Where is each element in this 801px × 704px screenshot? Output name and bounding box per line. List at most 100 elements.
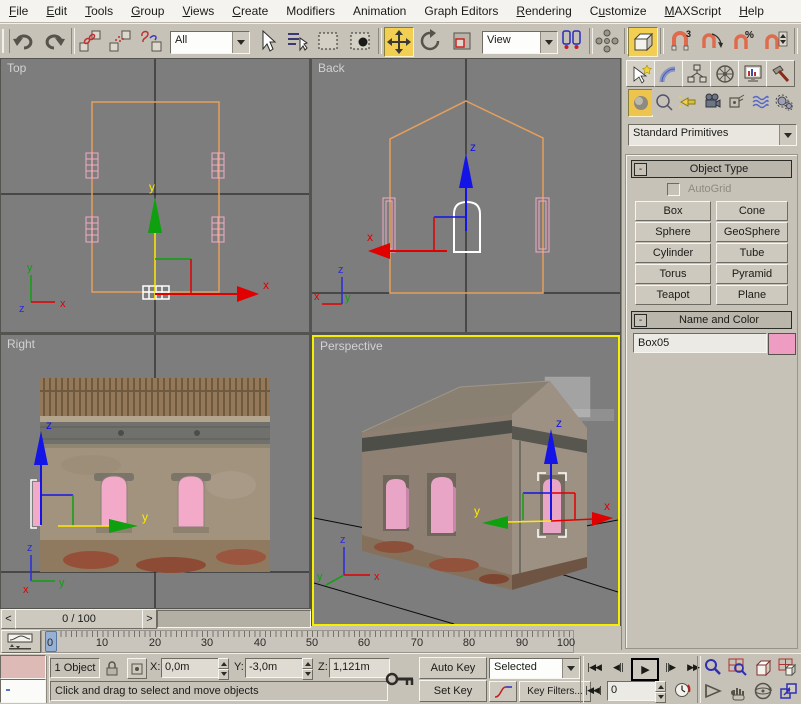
menu-group[interactable]: Group (122, 1, 173, 22)
viewport-label[interactable]: Right (7, 337, 35, 351)
geosphere-button[interactable]: GeoSphere (716, 222, 788, 242)
dropdown-arrow-icon[interactable] (779, 125, 796, 145)
arc-rotate-button[interactable] (751, 680, 774, 701)
viewport-perspective[interactable]: z y x z x y Perspective (312, 335, 620, 626)
object-type-rollout-header[interactable]: - Object Type (631, 160, 792, 178)
field-of-view-button[interactable] (701, 680, 724, 701)
collapse-icon[interactable]: - (634, 313, 647, 327)
dropdown-arrow-icon[interactable] (232, 32, 249, 53)
menu-file[interactable]: File (0, 1, 37, 22)
viewport-label[interactable]: Back (318, 61, 345, 75)
mini-curve-editor-button[interactable] (1, 630, 41, 653)
select-by-name-button[interactable] (283, 27, 311, 55)
zoom-all-button[interactable] (726, 657, 749, 678)
object-color-swatch[interactable] (768, 333, 796, 355)
menu-maxscript[interactable]: MAXScript (656, 1, 731, 22)
default-tangent-button[interactable] (489, 681, 517, 702)
selected-door-wireframe[interactable] (142, 285, 170, 300)
torus-button[interactable]: Torus (635, 264, 711, 284)
frame-spinner[interactable] (655, 681, 666, 703)
viewport-back[interactable]: z x z x y Back (312, 59, 620, 332)
play-animation-button[interactable]: ▶ (631, 658, 659, 681)
select-and-link-button[interactable] (76, 27, 104, 55)
coord-y-field[interactable]: -3,0m (245, 658, 308, 678)
time-slider-next-button[interactable]: > (142, 609, 157, 629)
menu-animation[interactable]: Animation (344, 1, 415, 22)
auto-key-button[interactable]: Auto Key (419, 657, 487, 679)
cylinder-button[interactable]: Cylinder (635, 243, 711, 263)
bind-to-spacewarp-button[interactable] (137, 27, 165, 55)
dropdown-arrow-icon[interactable] (562, 659, 579, 678)
tab-create[interactable] (626, 60, 655, 87)
textured-wall[interactable] (30, 378, 270, 573)
select-object-button[interactable] (252, 27, 280, 55)
create-lights-button[interactable] (676, 89, 699, 115)
viewport-right[interactable]: z y z y x Right (1, 335, 309, 608)
menu-help[interactable]: Help (730, 1, 773, 22)
min-max-toggle-button[interactable] (776, 680, 799, 701)
viewport-label[interactable]: Perspective (320, 339, 383, 353)
time-configuration-button[interactable] (671, 681, 693, 700)
coord-x-field[interactable]: 0,0m (161, 658, 224, 678)
dropdown-arrow-icon[interactable] (540, 32, 557, 53)
set-key-button[interactable]: Set Key (419, 680, 487, 702)
menu-graph-editors[interactable]: Graph Editors (415, 1, 507, 22)
tab-utilities[interactable] (766, 60, 795, 87)
textured-house[interactable] (361, 376, 614, 590)
pan-view-button[interactable] (726, 680, 749, 701)
menu-tools[interactable]: Tools (76, 1, 122, 22)
coord-z-field[interactable]: 1,121m (329, 658, 390, 678)
menu-views[interactable]: Views (173, 1, 223, 22)
zoom-extents-button[interactable] (751, 657, 774, 678)
track-bar-ruler[interactable]: 0 10 20 30 40 50 60 70 80 90 100 (41, 630, 575, 653)
use-pivot-center-button[interactable] (558, 27, 586, 55)
tab-modify[interactable] (654, 60, 683, 87)
menu-edit[interactable]: Edit (37, 1, 76, 22)
sphere-button[interactable]: Sphere (635, 222, 711, 242)
set-keys-button[interactable] (384, 660, 416, 698)
house-window-2[interactable] (427, 473, 456, 536)
undo-button[interactable] (10, 27, 38, 55)
create-cameras-button[interactable] (700, 89, 723, 115)
selected-door[interactable] (30, 479, 41, 529)
previous-frame-button[interactable]: ◀|| (607, 658, 629, 677)
menu-rendering[interactable]: Rendering (507, 1, 580, 22)
name-color-rollout-header[interactable]: - Name and Color (631, 311, 792, 329)
menu-create[interactable]: Create (223, 1, 277, 22)
keyboard-override-toggle-button[interactable] (628, 27, 658, 57)
absolute-offset-toggle[interactable] (127, 658, 147, 679)
viewport-label[interactable]: Top (7, 61, 26, 75)
spinner-snap-toggle-button[interactable] (762, 27, 790, 55)
go-to-start-button[interactable]: |◀◀ (583, 658, 605, 677)
unlink-selection-button[interactable] (106, 27, 134, 55)
selection-set-dropdown[interactable]: Selected (489, 658, 580, 679)
plane-button[interactable]: Plane (716, 285, 788, 305)
select-and-scale-button[interactable] (448, 27, 476, 55)
reference-coordinate-dropdown[interactable]: View (482, 31, 558, 54)
redo-button[interactable] (40, 27, 68, 55)
create-shapes-button[interactable] (652, 89, 675, 115)
menu-modifiers[interactable]: Modifiers (277, 1, 344, 22)
autogrid-checkbox[interactable] (667, 183, 680, 196)
selection-lock-toggle[interactable] (103, 658, 121, 677)
zoom-extents-all-button[interactable] (776, 657, 799, 678)
menu-customize[interactable]: Customize (581, 1, 656, 22)
move-gizmo[interactable]: y x (148, 180, 269, 302)
time-slider-prev-button[interactable]: < (1, 609, 16, 629)
select-and-manipulate-button[interactable] (593, 27, 621, 55)
rectangular-selection-region-button[interactable] (314, 27, 342, 55)
zoom-button[interactable] (701, 657, 724, 678)
create-systems-button[interactable] (772, 89, 795, 115)
coord-x-spinner[interactable] (218, 658, 229, 680)
house-window-1[interactable] (383, 475, 409, 531)
tab-hierarchy[interactable] (682, 60, 711, 87)
viewport-top[interactable]: y x y x z Top (1, 59, 309, 332)
pyramid-button[interactable]: Pyramid (716, 264, 788, 284)
time-slider-handle[interactable]: 0 / 100 (15, 609, 143, 629)
window-crossing-toggle-button[interactable] (346, 27, 374, 55)
cone-button[interactable]: Cone (716, 201, 788, 221)
percent-snap-toggle-button[interactable]: % (730, 27, 758, 55)
object-name-field[interactable]: Box05 (633, 333, 767, 353)
snaps-toggle-button[interactable]: 3 (666, 27, 694, 55)
collapse-icon[interactable]: - (634, 162, 647, 176)
